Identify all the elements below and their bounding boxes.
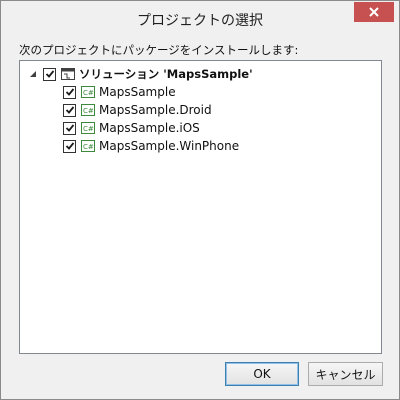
project-label: MapsSample.WinPhone <box>99 139 240 153</box>
svg-text:C#: C# <box>83 143 94 151</box>
project-label: MapsSample <box>99 85 176 99</box>
project-checkbox[interactable] <box>63 85 76 99</box>
tree-node-project[interactable]: C# MapsSample.iOS <box>63 119 200 137</box>
tree-node-project[interactable]: C# MapsSample.Droid <box>63 101 212 119</box>
solution-checkbox[interactable] <box>43 67 56 81</box>
tree-node-project[interactable]: C# MapsSample.WinPhone <box>63 137 239 155</box>
checkmark-icon <box>65 142 74 150</box>
svg-text:C#: C# <box>83 89 94 97</box>
checkmark-icon <box>65 106 74 114</box>
csharp-project-icon: C# <box>81 85 96 99</box>
ok-button[interactable]: OK <box>225 362 299 386</box>
dialog-title: プロジェクトの選択 <box>137 13 263 29</box>
project-tree[interactable]: ソリューション 'MapsSample' C# MapsSample C# Ma… <box>19 60 382 354</box>
csharp-project-icon: C# <box>81 139 96 153</box>
title-bar[interactable]: プロジェクトの選択 <box>1 1 399 35</box>
dialog-window: プロジェクトの選択 次のプロジェクトにパッケージをインストールします: ソリュー… <box>0 0 400 400</box>
svg-text:C#: C# <box>83 125 94 133</box>
close-icon <box>369 7 379 17</box>
svg-text:C#: C# <box>83 107 94 115</box>
checkmark-icon <box>45 70 54 78</box>
project-label: MapsSample.Droid <box>99 103 212 117</box>
project-label: MapsSample.iOS <box>99 121 200 135</box>
solution-icon <box>61 67 76 81</box>
project-checkbox[interactable] <box>63 139 76 153</box>
solution-label: ソリューション 'MapsSample' <box>79 67 253 81</box>
expand-triangle-icon[interactable] <box>28 69 38 79</box>
project-checkbox[interactable] <box>63 103 76 117</box>
checkmark-icon <box>65 124 74 132</box>
close-button[interactable] <box>354 2 394 22</box>
csharp-project-icon: C# <box>81 103 96 117</box>
checkmark-icon <box>65 88 74 96</box>
project-checkbox[interactable] <box>63 121 76 135</box>
tree-node-project[interactable]: C# MapsSample <box>63 83 176 101</box>
instruction-text: 次のプロジェクトにパッケージをインストールします: <box>19 43 299 57</box>
tree-node-solution[interactable]: ソリューション 'MapsSample' <box>28 65 253 83</box>
cancel-button[interactable]: キャンセル <box>308 362 383 386</box>
csharp-project-icon: C# <box>81 121 96 135</box>
